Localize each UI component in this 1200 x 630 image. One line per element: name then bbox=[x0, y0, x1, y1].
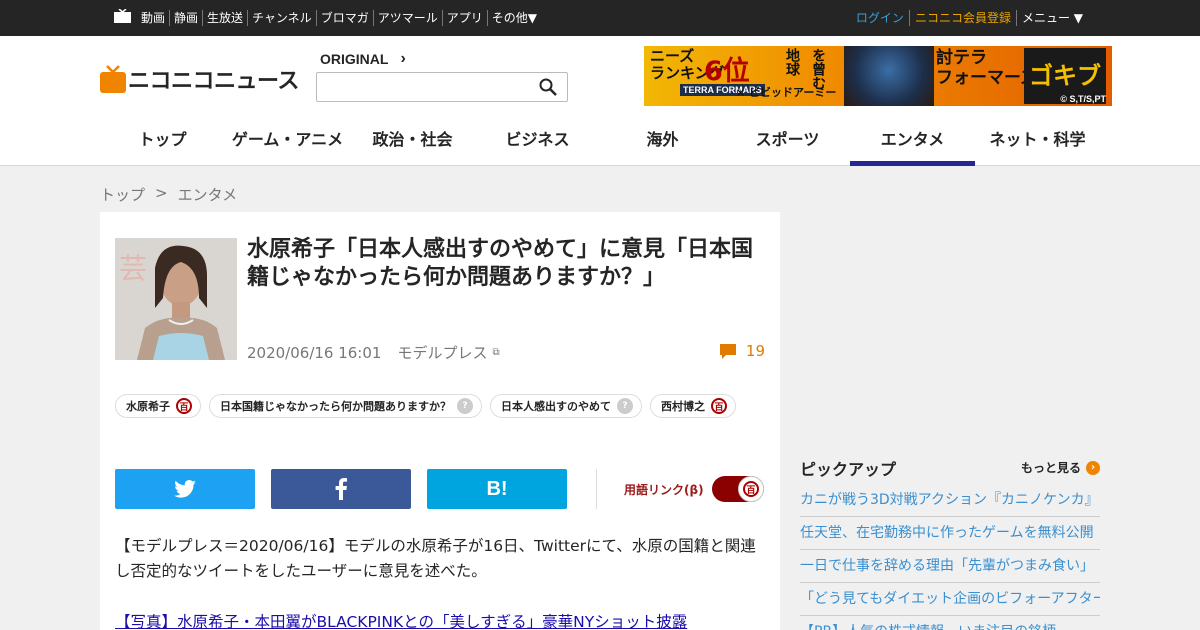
account-nav: ログイン ニコニコ会員登録 メニュー ▼ bbox=[851, 10, 1088, 26]
breadcrumb-current[interactable]: エンタメ bbox=[178, 184, 238, 205]
pickup-item[interactable]: カニが戦う3D対戦アクション『カニノケンカ』 bbox=[800, 484, 1100, 517]
tv-icon[interactable] bbox=[114, 9, 131, 23]
tag-item[interactable]: 西村博之 百 bbox=[650, 394, 736, 418]
article-thumbnail: 芸 bbox=[115, 238, 237, 360]
article-source[interactable]: モデルプレス bbox=[397, 342, 487, 363]
tag-label: 水原希子 bbox=[126, 400, 170, 413]
search-icon[interactable] bbox=[539, 78, 557, 96]
nav-live[interactable]: 生放送 bbox=[202, 10, 247, 26]
original-link[interactable]: ORIGINAL › bbox=[320, 50, 406, 68]
banner-text-earth: 地球 bbox=[784, 48, 800, 76]
hatena-bookmark-icon: B! bbox=[486, 477, 508, 500]
nav-atsumaru[interactable]: アツマール bbox=[372, 10, 442, 26]
banner-text-collab: × ビビッドアーミー bbox=[736, 86, 837, 99]
category-tab-business[interactable]: ビジネス bbox=[475, 126, 600, 166]
article-meta: 2020/06/16 16:01 モデルプレス ⧉ bbox=[247, 342, 500, 363]
dictionary-icon: 百 bbox=[743, 481, 759, 497]
pickup-item[interactable]: 任天堂、在宅勤務中に作ったゲームを無料公開 bbox=[800, 517, 1100, 550]
article-date: 2020/06/16 16:01 bbox=[247, 343, 382, 362]
twitter-share-button[interactable] bbox=[115, 469, 255, 509]
more-link[interactable]: もっと見る › bbox=[1021, 459, 1100, 476]
nav-blomaga[interactable]: ブロマガ bbox=[315, 10, 373, 26]
banner-copyright: © S,T/S,PT bbox=[1060, 94, 1106, 104]
nav-other[interactable]: その他▼ bbox=[486, 10, 541, 26]
tag-item[interactable]: 日本国籍じゃなかったら何か問題ありますか？ ? bbox=[209, 394, 482, 418]
term-link-toggle[interactable]: 百 bbox=[712, 476, 764, 502]
twitter-icon bbox=[174, 480, 196, 498]
category-tab-world[interactable]: 海外 bbox=[600, 126, 725, 166]
pickup-item[interactable]: 「どう見てもダイエット企画のビフォーアフター」 bbox=[800, 583, 1100, 616]
comment-count: 19 bbox=[745, 342, 765, 360]
dictionary-icon[interactable]: 百 bbox=[711, 398, 727, 414]
term-link-label: 用語リンク(β) bbox=[624, 483, 704, 497]
divider bbox=[596, 469, 597, 509]
tag-label: 日本国籍じゃなかったら何か問題ありますか？ bbox=[220, 400, 451, 413]
menu-button[interactable]: メニュー ▼ bbox=[1015, 10, 1088, 26]
banner-text-terraformars: 討テラ フォーマーズ bbox=[936, 48, 1038, 88]
logo-text: ニコニコニュース bbox=[128, 69, 299, 94]
comment-count-link[interactable]: 19 bbox=[719, 342, 765, 360]
breadcrumb: トップ > エンタメ bbox=[100, 184, 247, 205]
tv-logo-icon bbox=[100, 65, 126, 93]
comment-icon bbox=[719, 343, 736, 359]
register-link[interactable]: ニコニコ会員登録 bbox=[908, 10, 1016, 26]
hatena-bookmark-button[interactable]: B! bbox=[427, 469, 567, 509]
chevron-right-icon: › bbox=[1086, 460, 1100, 475]
external-link-icon: ⧉ bbox=[492, 347, 500, 358]
term-link-text: 用語リンク bbox=[624, 483, 685, 497]
category-tab-game-anime[interactable]: ゲーム・アニメ bbox=[225, 126, 350, 166]
search-input[interactable] bbox=[316, 72, 568, 102]
tag-label: 日本人感出すのやめて bbox=[501, 400, 611, 413]
category-tab-net-science[interactable]: ネット・科学 bbox=[975, 126, 1100, 166]
nav-app[interactable]: アプリ bbox=[441, 10, 487, 26]
tag-label: 西村博之 bbox=[661, 400, 705, 413]
pickup-header: ピックアップ もっと見る › bbox=[800, 456, 1100, 480]
more-label: もっと見る bbox=[1020, 461, 1081, 475]
facebook-icon bbox=[335, 478, 347, 500]
facebook-share-button[interactable] bbox=[271, 469, 411, 509]
question-icon[interactable]: ? bbox=[457, 398, 473, 414]
chevron-right-icon: › bbox=[400, 50, 406, 67]
article-card: 芸 水原希子「日本人感出すのやめて」に意見「日本国籍じゃなかったら何か問題ありま… bbox=[100, 212, 780, 630]
original-label: ORIGINAL bbox=[320, 51, 389, 67]
category-tab-sports[interactable]: スポーツ bbox=[725, 126, 850, 166]
top-bar: 動画 静画 生放送 チャンネル ブロマガ アツマール アプリ その他▼ ログイン… bbox=[0, 0, 1200, 36]
tag-item[interactable]: 日本人感出すのやめて ? bbox=[490, 394, 642, 418]
nav-channel[interactable]: チャンネル bbox=[247, 10, 316, 26]
question-icon[interactable]: ? bbox=[617, 398, 633, 414]
svg-text:芸: 芸 bbox=[119, 252, 147, 285]
tag-list: 水原希子 百 日本国籍じゃなかったら何か問題ありますか？ ? 日本人感出すのやめ… bbox=[115, 394, 765, 418]
article-body: 【モデルプレス＝2020/06/16】モデルの水原希子が16日、Twitterに… bbox=[115, 537, 756, 580]
breadcrumb-home[interactable]: トップ bbox=[100, 184, 145, 205]
banner-character-image bbox=[844, 46, 934, 106]
nav-seiga[interactable]: 静画 bbox=[169, 10, 202, 26]
breadcrumb-separator: > bbox=[155, 184, 168, 202]
share-buttons: B! bbox=[115, 469, 583, 509]
service-nav: 動画 静画 生放送 チャンネル ブロマガ アツマール アプリ その他▼ bbox=[141, 10, 541, 26]
pickup-item[interactable]: 【PR】人気の株式情報、いま注目の銘柄 bbox=[800, 616, 1100, 630]
ad-banner[interactable]: ニーズ ランキング 6位 地球 を曾む 討テラ フォーマーズ ゴキブリ TERR… bbox=[644, 46, 1112, 106]
toggle-knob: 百 bbox=[738, 476, 764, 502]
banner-text-rank: 6位 bbox=[704, 56, 750, 87]
pickup-list: カニが戦う3D対戦アクション『カニノケンカ』 任天堂、在宅勤務中に作ったゲームを… bbox=[800, 484, 1100, 630]
login-link[interactable]: ログイン bbox=[851, 10, 909, 26]
category-tab-politics[interactable]: 政治・社会 bbox=[350, 126, 475, 166]
pickup-title: ピックアップ bbox=[800, 460, 897, 479]
tag-item[interactable]: 水原希子 百 bbox=[115, 394, 201, 418]
portrait-image: 芸 bbox=[115, 238, 237, 360]
dictionary-icon[interactable]: 百 bbox=[176, 398, 192, 414]
category-tab-top[interactable]: トップ bbox=[100, 126, 225, 166]
category-tab-entertainment[interactable]: エンタメ bbox=[850, 126, 975, 166]
related-photo-link[interactable]: 【写真】水原希子・本田翼がBLACKPINKとの「美しすぎる」豪華NYショット披… bbox=[115, 610, 765, 630]
nav-video[interactable]: 動画 bbox=[141, 10, 169, 26]
site-header: ニコニコニュース ORIGINAL › ニーズ ランキング 6位 地球 を曾む … bbox=[0, 36, 1200, 166]
site-logo[interactable]: ニコニコニュース bbox=[100, 64, 299, 94]
category-nav: トップ ゲーム・アニメ 政治・社会 ビジネス 海外 スポーツ エンタメ ネット・… bbox=[100, 126, 1100, 166]
article-title: 水原希子「日本人感出すのやめて」に意見「日本国籍じゃなかったら何か問題ありますか… bbox=[247, 237, 754, 290]
pickup-item[interactable]: 一日で仕事を辞める理由「先輩がつまみ食い」 bbox=[800, 550, 1100, 583]
